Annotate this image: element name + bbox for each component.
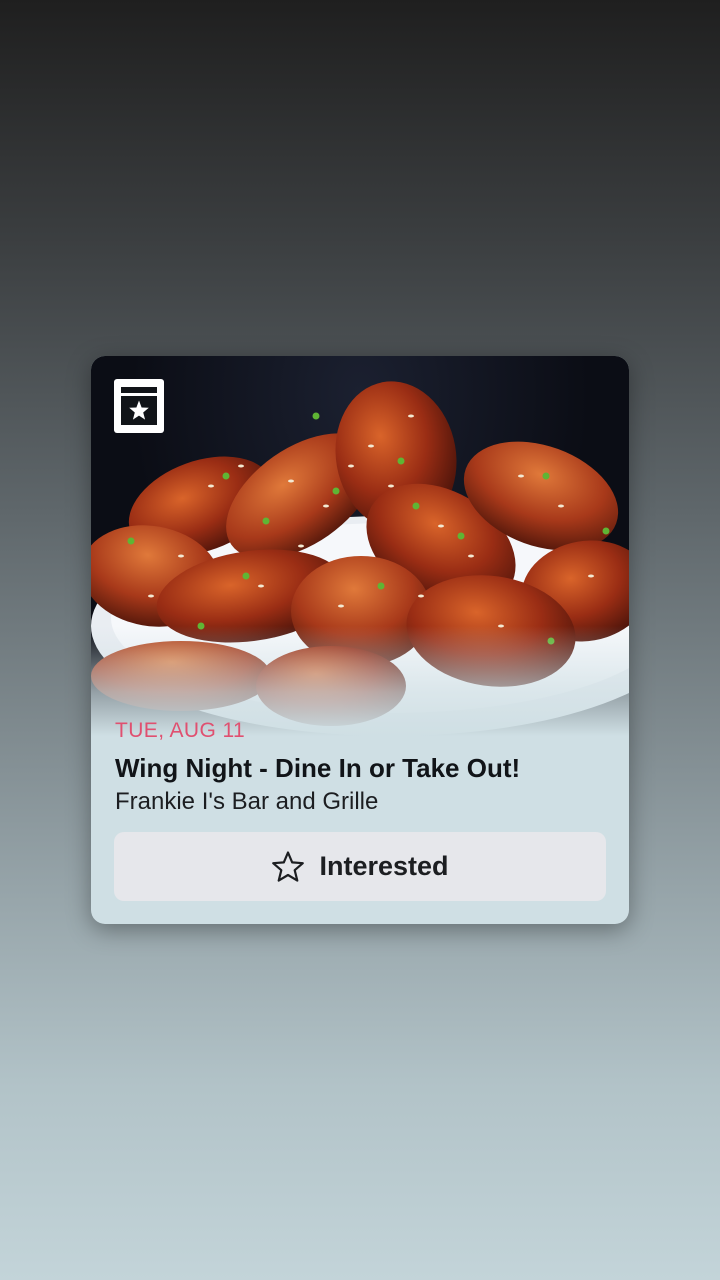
interested-label: Interested (319, 851, 449, 881)
event-date: TUE, AUG 11 (115, 719, 246, 742)
event-photo (91, 356, 629, 736)
event-title[interactable]: Wing Night - Dine In or Take Out! (115, 752, 605, 784)
event-info: TUE, AUG 11 Wing Night - Dine In or Take… (115, 718, 605, 817)
calendar-star-icon (114, 379, 164, 433)
interested-button[interactable]: Interested (114, 832, 606, 901)
event-venue[interactable]: Frankie I's Bar and Grille (115, 787, 605, 817)
star-outline-icon (271, 850, 305, 884)
event-card[interactable]: TUE, AUG 11 Wing Night - Dine In or Take… (91, 356, 629, 924)
